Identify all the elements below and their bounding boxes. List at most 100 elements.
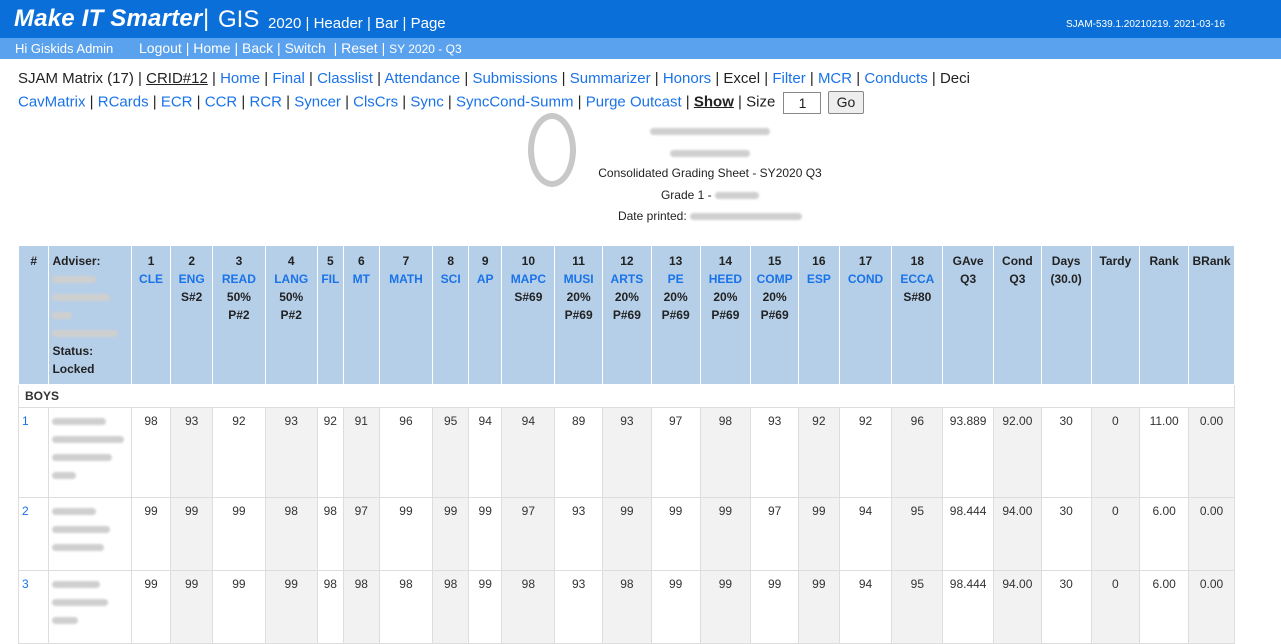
subject-code-link[interactable]: ECCA [895,270,939,288]
subject-number: 13 [668,254,683,268]
matrix-title: SJAM Matrix (17) [18,70,134,87]
grade-cell: 97 [750,497,800,571]
subject-weight: P#69 [612,308,641,322]
size-input[interactable]: 1 [783,91,822,114]
nav-link-conducts[interactable]: Conducts [864,70,927,87]
crid-link[interactable]: CRID#12 [146,70,208,87]
nav-link-submissions[interactable]: Submissions [472,70,557,87]
subject-code-link[interactable]: MT [347,270,376,288]
row-index-link[interactable]: 2 [17,497,50,571]
nav-link-rcr[interactable]: RCR [249,93,282,110]
subject-header-math: 7 MATH [378,245,434,385]
date-printed: Date printed: [590,209,830,223]
grade-cell: 94 [467,407,503,498]
row-index-link[interactable]: 3 [17,570,50,644]
nav-link-mcr[interactable]: MCR [818,70,852,87]
subject-code-link[interactable]: MAPC [505,270,551,288]
nav-link-sync[interactable]: Sync [410,93,443,110]
nav-link-clscrs[interactable]: ClsCrs [353,93,398,110]
subject-code-link[interactable]: PE [655,270,697,288]
brand-logo-text[interactable]: Make IT Smarter [14,5,202,33]
grade-cell: 98 [343,570,380,644]
table-header-row: # Adviser: Status: Locked 1 CLE 2 ENG S#2 3 RE… [17,245,1235,385]
brand-separator: | [203,5,210,32]
reset-link[interactable]: Reset [341,40,378,56]
nav-link-cavmatrix[interactable]: CavMatrix [18,93,86,110]
grade-cell: 93 [170,407,213,498]
summary-cell: 0.00 [1188,407,1235,498]
summary-header-brank: BRank [1188,245,1235,385]
switch-link[interactable]: Switch [285,40,326,56]
subject-code-link[interactable]: AP [472,270,499,288]
subject-weight: 20% [762,290,787,304]
nav-link-final[interactable]: Final [272,70,305,87]
summary-header-gave: GAve Q3 [942,245,995,385]
summary-cell: 94.00 [993,570,1042,644]
subject-weight: P#69 [564,308,593,322]
brand-gis[interactable]: GIS [218,6,259,34]
summary-header-line: Cond [1002,254,1033,268]
show-link[interactable]: Show [694,93,734,110]
subject-code-link[interactable]: LANG [269,270,314,288]
logout-link[interactable]: Logout [139,40,182,56]
subject-code-link[interactable]: ARTS [606,270,648,288]
student-number-link[interactable]: 2 [22,504,29,518]
deci-item[interactable]: Deci [940,70,970,87]
subject-weight: 20% [663,290,688,304]
subject-code-link[interactable]: COMP [754,270,795,288]
nav-link-ecr[interactable]: ECR [161,93,193,110]
table-row: 3 99 99 99 99 98 98 98 98 99 98 93 98 99 99 99 99 94 95 98.… [17,570,1235,644]
subject-code-link[interactable]: CLE [135,270,168,288]
top-nav[interactable]: 2020 | Header | Bar | Page [268,15,446,32]
subject-number: 4 [287,254,295,268]
nav-link-synccond-summ[interactable]: SyncCond-Summ [456,93,574,110]
grade-cell: 99 [650,570,701,644]
grade-cell: 98 [501,570,556,644]
nav-link-summarizer[interactable]: Summarizer [570,70,651,87]
nav-link-filter[interactable]: Filter [772,70,805,87]
subject-code-link[interactable]: MUSI [558,270,599,288]
nav-link-rcards[interactable]: RCards [98,93,149,110]
excel-item[interactable]: Excel [723,70,760,87]
grade-cell: 95 [432,407,469,498]
nav-link-syncer[interactable]: Syncer [294,93,341,110]
row-index-link[interactable]: 1 [17,407,50,498]
grade-cell: 99 [650,497,701,571]
nav-link-honors[interactable]: Honors [663,70,711,87]
student-number-link[interactable]: 1 [22,414,29,428]
subject-code-link[interactable]: SCI [436,270,465,288]
nav-link-purge-outcast[interactable]: Purge Outcast [586,93,682,110]
subject-weight: 20% [713,290,738,304]
subject-code-link[interactable]: HEED [704,270,748,288]
grade-cell: 93 [554,570,603,644]
go-button[interactable]: Go [827,91,865,114]
student-name-redacted [48,407,132,498]
summary-cell: 92.00 [993,407,1042,498]
grades-table: # Adviser: Status: Locked 1 CLE 2 ENG S#2 3 RE… [17,245,1235,644]
grade-cell: 99 [602,497,652,571]
nav-link-ccr[interactable]: CCR [205,93,238,110]
student-name-redacted [48,497,132,571]
student-number-link[interactable]: 3 [22,577,29,591]
subject-code-link[interactable]: ENG [174,270,209,288]
subject-header-eng: 2 ENG S#2 [170,245,213,385]
back-link[interactable]: Back [242,40,273,56]
school-year: SY 2020 - Q3 [389,42,462,56]
grade-cell: 93 [750,407,800,498]
grade-cell: 95 [891,570,944,644]
grade-cell: 99 [467,497,503,571]
subject-weight: S#69 [514,290,543,304]
subject-code-link[interactable]: FIL [321,270,340,288]
grade-cell: 92 [798,407,840,498]
subject-code-link[interactable]: READ [216,270,262,288]
subject-code-link[interactable]: ESP [802,270,836,288]
nav-link-classlist[interactable]: Classlist [317,70,373,87]
subject-weight: 20% [614,290,639,304]
subject-code-link[interactable]: COND [843,270,889,288]
grade-cell: 99 [212,570,266,644]
nav-link-attendance[interactable]: Attendance [384,70,460,87]
subject-code-link[interactable]: MATH [383,270,430,288]
grade-cell: 99 [699,497,752,571]
home-link[interactable]: Home [193,40,230,56]
nav-link-home[interactable]: Home [220,70,260,87]
